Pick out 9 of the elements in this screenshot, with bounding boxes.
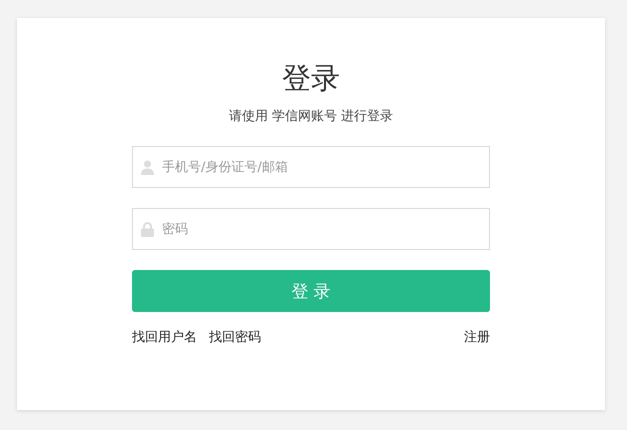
password-field[interactable]: 密码 xyxy=(132,208,490,250)
recovery-link[interactable]: 找回用户名 xyxy=(132,328,197,346)
user-icon xyxy=(141,160,154,175)
username-field[interactable]: 手机号/身份证号/邮箱 xyxy=(132,146,490,188)
lock-icon xyxy=(141,222,154,237)
login-subtitle: 请使用 学信网账号 进行登录 xyxy=(228,108,394,126)
recovery-link[interactable]: 找回密码 xyxy=(209,328,261,346)
login-title: 登录 xyxy=(282,60,340,96)
register-link[interactable]: 注册 xyxy=(464,328,490,346)
